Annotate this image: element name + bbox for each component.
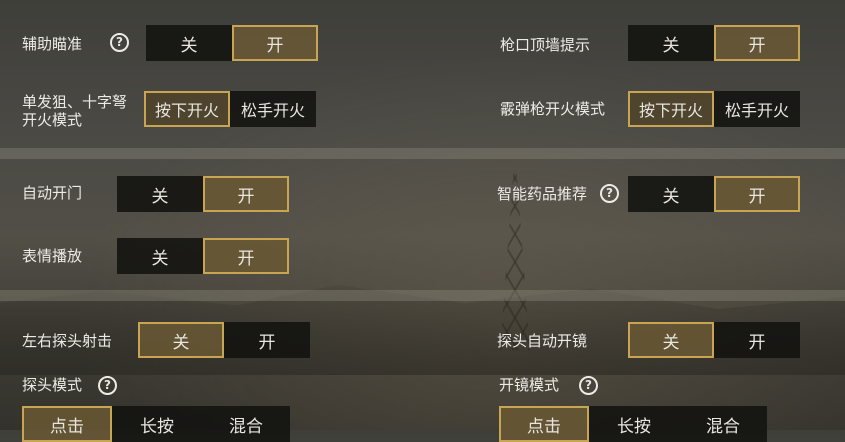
peek-mode-mixed-option[interactable]: 混合 — [202, 406, 290, 442]
peek-mode-hold-option[interactable]: 长按 — [112, 406, 202, 442]
scope-mode-help-icon[interactable]: ? — [579, 376, 598, 395]
smart-meds-on-option[interactable]: 开 — [714, 176, 800, 212]
scope-mode-tap-option[interactable]: 点击 — [499, 406, 589, 442]
auto-door-toggle: 关 开 — [117, 176, 289, 212]
emote-play-on-option[interactable]: 开 — [203, 238, 289, 274]
muzzle-wall-hint-label: 枪口顶墙提示 — [500, 36, 591, 54]
peek-auto-scope-toggle: 关 开 — [628, 322, 800, 358]
peek-auto-scope-label: 探头自动开镜 — [497, 332, 588, 350]
aim-assist-toggle: 关 开 — [146, 25, 318, 61]
single-shot-release-fire-option[interactable]: 松手开火 — [230, 91, 316, 127]
shotgun-release-fire-option[interactable]: 松手开火 — [714, 91, 800, 127]
single-shot-fire-label-line1: 单发狙、十字弩 — [22, 93, 128, 111]
smart-meds-toggle: 关 开 — [628, 176, 800, 212]
peek-auto-scope-on-option[interactable]: 开 — [714, 322, 800, 358]
auto-door-off-option[interactable]: 关 — [117, 176, 203, 212]
scope-mode-hold-option[interactable]: 长按 — [589, 406, 679, 442]
single-shot-fire-label-line2: 开火模式 — [22, 111, 83, 129]
scope-mode-mixed-option[interactable]: 混合 — [679, 406, 767, 442]
single-shot-fire-selector: 按下开火 松手开火 — [144, 91, 316, 127]
smart-meds-off-option[interactable]: 关 — [628, 176, 714, 212]
peek-mode-help-icon[interactable]: ? — [98, 376, 117, 395]
auto-door-on-option[interactable]: 开 — [203, 176, 289, 212]
shotgun-press-fire-option[interactable]: 按下开火 — [628, 91, 714, 127]
aim-assist-help-icon[interactable]: ? — [110, 33, 129, 52]
peek-mode-selector: 点击 长按 混合 — [22, 406, 290, 442]
aim-assist-label: 辅助瞄准 — [22, 35, 83, 53]
scope-mode-selector: 点击 长按 混合 — [499, 406, 767, 442]
peek-auto-scope-off-option[interactable]: 关 — [628, 322, 714, 358]
muzzle-wall-hint-off-option[interactable]: 关 — [628, 25, 714, 61]
shotgun-fire-selector: 按下开火 松手开火 — [628, 91, 800, 127]
muzzle-wall-hint-toggle: 关 开 — [628, 25, 800, 61]
single-shot-press-fire-option[interactable]: 按下开火 — [144, 91, 230, 127]
scope-mode-label: 开镜模式 — [499, 376, 560, 394]
peek-mode-label: 探头模式 — [22, 376, 83, 394]
peek-fire-toggle: 关 开 — [138, 322, 310, 358]
peek-fire-off-option[interactable]: 关 — [138, 322, 224, 358]
smart-meds-help-icon[interactable]: ? — [600, 184, 619, 203]
auto-door-label: 自动开门 — [22, 184, 83, 202]
muzzle-wall-hint-on-option[interactable]: 开 — [714, 25, 800, 61]
smart-meds-label: 智能药品推荐 — [497, 185, 588, 203]
emote-play-toggle: 关 开 — [117, 238, 289, 274]
emote-play-label: 表情播放 — [22, 247, 83, 265]
shotgun-fire-label: 霰弹枪开火模式 — [500, 100, 606, 118]
peek-fire-on-option[interactable]: 开 — [224, 322, 310, 358]
aim-assist-on-option[interactable]: 开 — [232, 25, 318, 61]
aim-assist-off-option[interactable]: 关 — [146, 25, 232, 61]
section-divider — [0, 290, 845, 301]
peek-fire-label: 左右探头射击 — [22, 332, 113, 350]
emote-play-off-option[interactable]: 关 — [117, 238, 203, 274]
section-divider — [0, 148, 845, 159]
peek-mode-tap-option[interactable]: 点击 — [22, 406, 112, 442]
